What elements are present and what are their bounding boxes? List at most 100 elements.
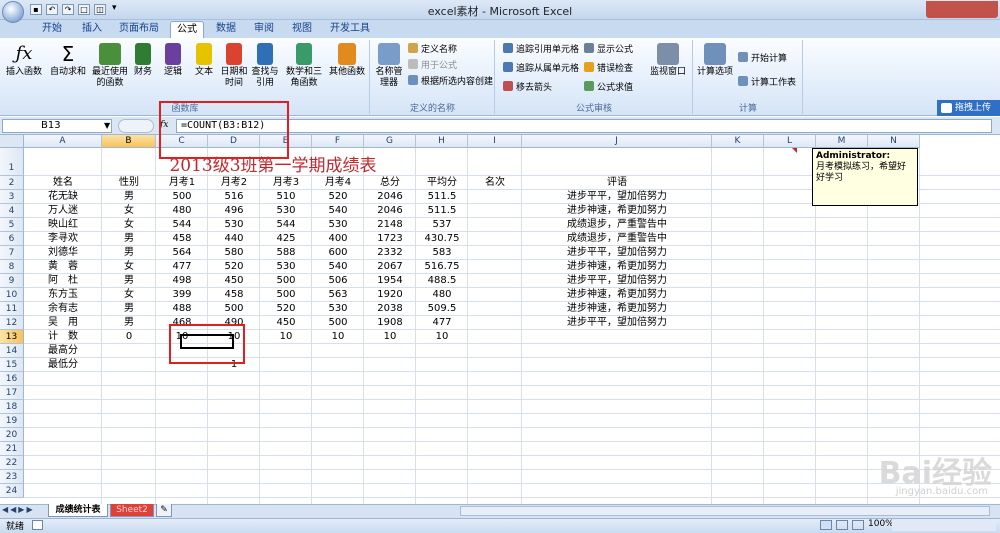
trace-precedents-button[interactable]: 追踪引用单元格 xyxy=(503,43,579,57)
data-cell[interactable]: 进步神速，希更加努力 xyxy=(522,288,712,301)
row-header-17[interactable]: 17 xyxy=(0,386,24,400)
data-cell[interactable]: 进步平平，望加倍努力 xyxy=(522,246,712,259)
column-header-l[interactable]: L xyxy=(764,135,816,148)
data-cell[interactable]: 511.5 xyxy=(416,204,468,217)
data-cell[interactable]: 450 xyxy=(208,274,260,287)
data-cell[interactable]: 万人迷 xyxy=(24,204,102,217)
row-header-7[interactable]: 7 xyxy=(0,246,24,260)
new-doc-icon[interactable]: □ xyxy=(78,4,90,15)
undo-icon[interactable]: ↶ xyxy=(46,4,58,15)
logical-button[interactable]: 逻辑 xyxy=(162,43,184,95)
header-cell[interactable]: 月考1 xyxy=(156,176,208,189)
header-cell[interactable]: 评语 xyxy=(522,176,712,189)
name-manager-button[interactable]: 名称管理器 xyxy=(372,43,406,95)
row-header-3[interactable]: 3 xyxy=(0,190,24,204)
data-cell[interactable]: 进步平平，望加倍努力 xyxy=(522,316,712,329)
data-cell[interactable]: 女 xyxy=(102,204,156,217)
data-cell[interactable]: 男 xyxy=(102,274,156,287)
column-header-n[interactable]: N xyxy=(868,135,920,148)
data-cell[interactable]: 600 xyxy=(312,246,364,259)
data-cell[interactable]: 440 xyxy=(208,232,260,245)
define-name-button[interactable]: 定义名称 xyxy=(408,43,457,57)
sheet-tab-sheet2[interactable]: Sheet2 xyxy=(110,504,154,517)
sheet-tab-grades[interactable]: 成绩统计表 xyxy=(48,504,108,517)
financial-button[interactable]: 财务 xyxy=(132,43,154,95)
data-cell[interactable]: 516.75 xyxy=(416,260,468,273)
data-cell[interactable]: 2046 xyxy=(364,190,416,203)
data-cell[interactable]: 进步神速，希更加努力 xyxy=(522,204,712,217)
data-cell[interactable]: 458 xyxy=(156,232,208,245)
trace-dependents-button[interactable]: 追踪从属单元格 xyxy=(503,62,579,76)
customize-toolbar-icon[interactable]: ▾ xyxy=(112,3,128,16)
count-cell[interactable]: 10 xyxy=(260,330,312,343)
column-header-b[interactable]: B xyxy=(102,135,156,148)
row-header-8[interactable]: 8 xyxy=(0,260,24,274)
header-cell[interactable]: 平均分 xyxy=(416,176,468,189)
data-cell[interactable]: 530 xyxy=(208,218,260,231)
name-box[interactable]: B13 xyxy=(2,119,112,133)
data-cell[interactable]: 530 xyxy=(312,218,364,231)
math-trig-button[interactable]: 数学和三角函数 xyxy=(284,43,324,95)
sheet-title[interactable]: 2013级3班第一学期成绩表 xyxy=(24,156,522,176)
data-cell[interactable]: 488 xyxy=(156,302,208,315)
data-cell[interactable]: 430.75 xyxy=(416,232,468,245)
header-cell[interactable]: 名次 xyxy=(468,176,522,189)
row-header-19[interactable]: 19 xyxy=(0,414,24,428)
insert-sheet-icon[interactable]: ✎ xyxy=(156,504,172,517)
page-layout-view-icon[interactable] xyxy=(836,520,848,530)
window-controls[interactable] xyxy=(926,1,998,18)
data-cell[interactable]: 2148 xyxy=(364,218,416,231)
data-cell[interactable]: 1920 xyxy=(364,288,416,301)
data-cell[interactable]: 458 xyxy=(208,288,260,301)
data-cell[interactable]: 女 xyxy=(102,260,156,273)
data-cell[interactable]: 1954 xyxy=(364,274,416,287)
page-break-view-icon[interactable] xyxy=(852,520,864,530)
data-cell[interactable]: 男 xyxy=(102,316,156,329)
data-cell[interactable]: 544 xyxy=(260,218,312,231)
data-cell[interactable]: 男 xyxy=(102,190,156,203)
data-cell[interactable]: 男 xyxy=(102,302,156,315)
data-cell[interactable]: 530 xyxy=(260,260,312,273)
header-cell[interactable]: 月考4 xyxy=(312,176,364,189)
evaluate-formula-button[interactable]: 公式求值 xyxy=(584,81,633,95)
data-cell[interactable]: 余有志 xyxy=(24,302,102,315)
office-button[interactable] xyxy=(2,1,24,23)
row-header-2[interactable]: 2 xyxy=(0,176,24,190)
row-header-15[interactable]: 15 xyxy=(0,358,24,372)
header-cell[interactable]: 姓名 xyxy=(24,176,102,189)
data-cell[interactable]: 537 xyxy=(416,218,468,231)
tab-review[interactable]: 审阅 xyxy=(247,21,281,38)
data-cell[interactable]: 阿 杜 xyxy=(24,274,102,287)
row-header-12[interactable]: 12 xyxy=(0,316,24,330)
data-cell[interactable]: 1908 xyxy=(364,316,416,329)
row-header-16[interactable]: 16 xyxy=(0,372,24,386)
row-header-6[interactable]: 6 xyxy=(0,232,24,246)
data-cell[interactable]: 黄 蓉 xyxy=(24,260,102,273)
cell-comment[interactable]: Administrator: 月考模拟练习，希望好好学习 xyxy=(812,148,918,206)
data-cell[interactable]: 成绩退步，严重警告中 xyxy=(522,232,712,245)
row-header-4[interactable]: 4 xyxy=(0,204,24,218)
column-header-j[interactable]: J xyxy=(522,135,712,148)
row-header-11[interactable]: 11 xyxy=(0,302,24,316)
data-cell[interactable]: 540 xyxy=(312,260,364,273)
data-cell[interactable]: 500 xyxy=(260,274,312,287)
data-cell[interactable]: 450 xyxy=(260,316,312,329)
data-cell[interactable]: 520 xyxy=(312,190,364,203)
column-header-k[interactable]: K xyxy=(712,135,764,148)
data-cell[interactable]: 500 xyxy=(208,302,260,315)
data-cell[interactable]: 女 xyxy=(102,218,156,231)
row-header-5[interactable]: 5 xyxy=(0,218,24,232)
data-cell[interactable]: 496 xyxy=(208,204,260,217)
data-cell[interactable]: 进步神速，希更加努力 xyxy=(522,260,712,273)
text-button[interactable]: 文本 xyxy=(192,43,216,95)
calculation-options-button[interactable]: 计算选项 xyxy=(696,43,734,95)
data-cell[interactable]: 李寻欢 xyxy=(24,232,102,245)
tab-home[interactable]: 开始 xyxy=(35,21,69,38)
data-cell[interactable]: 刘德华 xyxy=(24,246,102,259)
min-cell[interactable]: 最低分 xyxy=(24,358,102,371)
count-cell[interactable]: 10 xyxy=(312,330,364,343)
autosum-button[interactable]: Σ 自动求和 xyxy=(48,43,88,95)
row-header-14[interactable]: 14 xyxy=(0,344,24,358)
data-cell[interactable]: 516 xyxy=(208,190,260,203)
row-header-21[interactable]: 21 xyxy=(0,442,24,456)
